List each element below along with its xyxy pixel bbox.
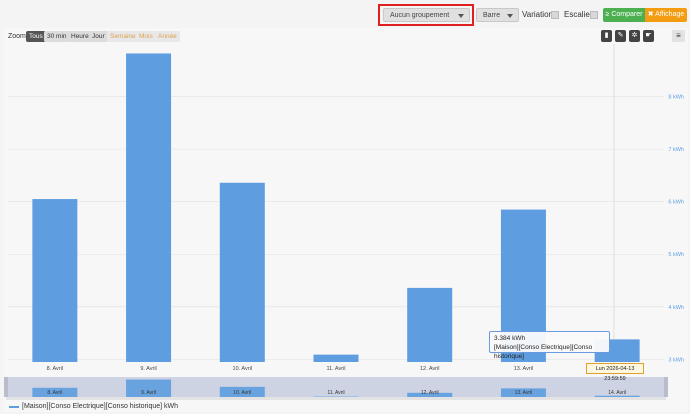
y-tick-label: 4 kWh [668,305,684,311]
x-tick-label: 12. Avril [420,366,439,372]
navigator-label: 8. Avril [47,390,62,396]
navigator-right-handle[interactable] [664,377,668,397]
y-tick-label: 6 kWh [668,200,684,206]
navigator-label: 13. Avril [515,390,533,396]
bar[interactable] [313,354,359,362]
chart-tooltip: 3.384 kWh [Maison][Conso Electrique][Con… [489,331,610,360]
tooltip-value: 3.384 kWh [494,335,526,342]
x-tick-label: 8. Avril [47,366,63,372]
navigator-left-handle[interactable] [4,377,8,397]
legend-series-label[interactable]: [Maison][Conso Electrique][Conso histori… [22,403,178,410]
navigator-date-flag: Lun 2026-04-13 23:59:59 [586,363,644,382]
navigator-label: 9. Avril [141,390,156,396]
y-tick-label: 8 kWh [668,95,684,101]
x-tick-label: 10. Avril [233,366,252,372]
navigator-label: 11. Avril [327,390,344,396]
bar[interactable] [32,199,78,362]
navigator-scrollbar[interactable] [6,397,666,400]
y-tick-label: 7 kWh [668,147,684,153]
y-tick-label: 3 kWh [668,357,684,363]
x-tick-label: 9. Avril [140,366,156,372]
navigator-label: 10. Avril [233,390,251,396]
bar[interactable] [219,182,265,362]
y-tick-label: 5 kWh [668,252,684,258]
x-tick-label: 13. Avril [514,366,533,372]
navigator-label: 12. Avril [421,390,439,396]
navigator-label: 14. Avril [608,390,626,396]
bar[interactable] [407,287,453,362]
x-tick-label: 11. Avril [326,366,345,372]
tooltip-series: [Maison][Conso Electrique][Conso histori… [494,344,593,360]
bar[interactable] [126,53,172,363]
legend-swatch[interactable] [9,406,19,408]
